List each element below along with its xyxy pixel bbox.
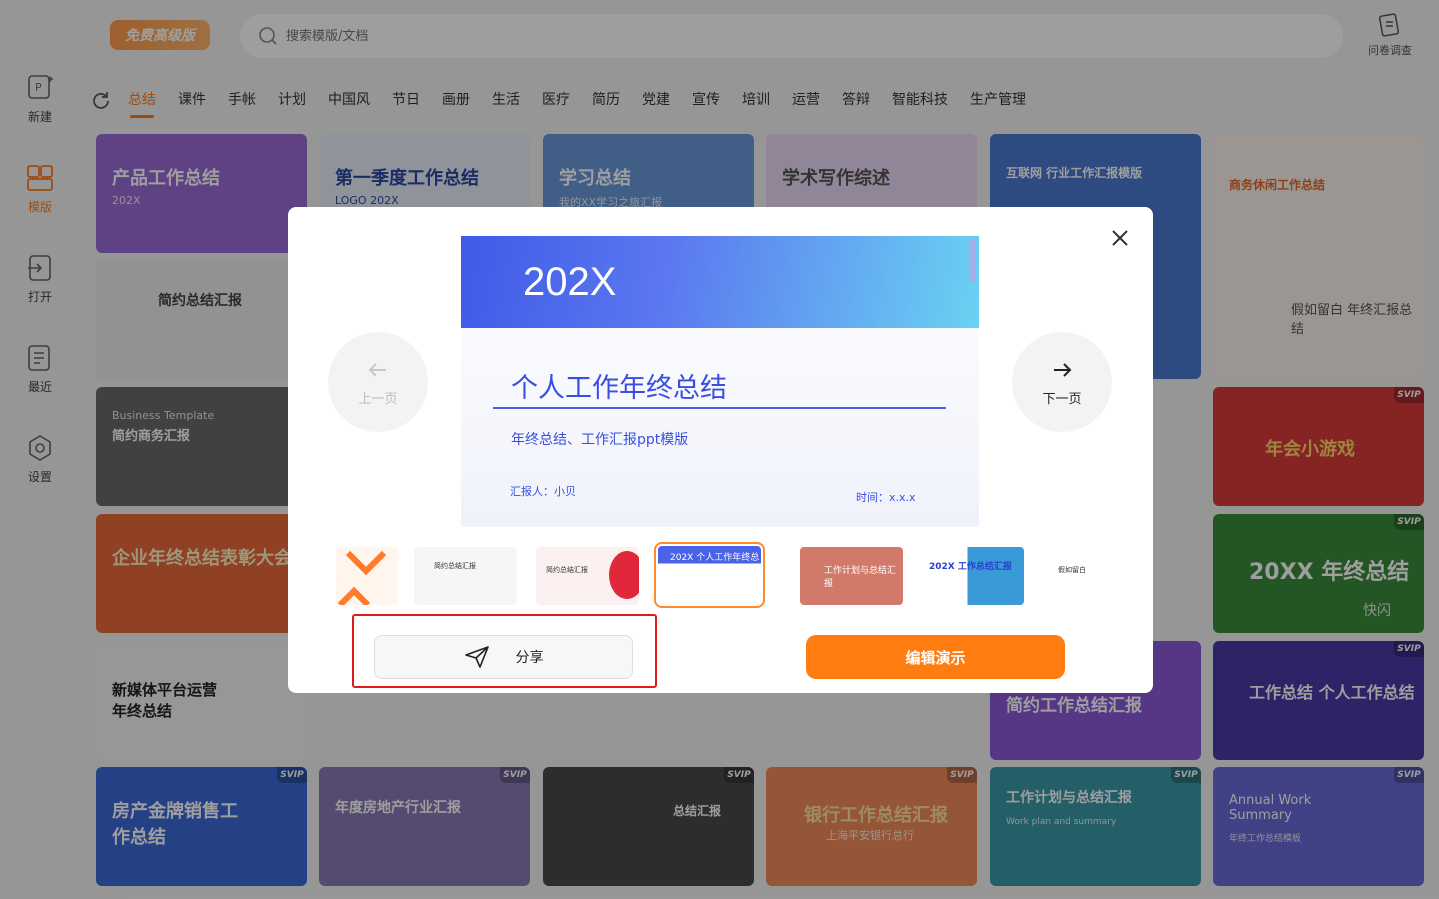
slide-year: 202X [523,260,617,304]
chevron-decoration-icon [337,550,387,605]
prev-page-label: 上一页 [358,392,398,407]
slide-title: 个人工作年终总结 [511,373,727,404]
thumbnail-label: 202X 工作总结汇报 [929,562,1012,572]
slide-preview: 202X 个人工作年终总结 年终总结、工作汇报ppt模版 汇报人：小贝 时间：x… [461,236,979,527]
close-icon[interactable] [1109,227,1131,249]
slide-time: 时间：x.x.x [856,491,916,504]
red-shape [609,551,639,599]
thumbnail-label: 简约总结汇报 [434,562,476,570]
send-icon [464,646,489,668]
next-page-label: 下一页 [1042,392,1082,407]
thumbnail-strip: 简约总结汇报 简约总结汇报 202X 个人工作年终总结 工作计划与总结汇报 20… [336,542,1106,612]
edit-presentation-button[interactable]: 编辑演示 [806,635,1065,679]
arrow-right-icon [1054,363,1072,377]
slide-reporter: 汇报人：小贝 [510,485,576,498]
thumbnail[interactable]: 简约总结汇报 [536,547,639,605]
share-button[interactable]: 分享 [374,635,633,679]
thumbnail[interactable]: 202X 工作总结汇报 [921,547,1024,605]
thumbnail-label: 202X 个人工作年终总结 [670,553,760,576]
next-page-button[interactable]: 下一页 [1012,332,1112,432]
preview-scrollbar[interactable] [970,239,976,283]
thumbnail[interactable] [336,547,398,605]
slide-subtitle: 年终总结、工作汇报ppt模版 [511,432,689,448]
thumbnail[interactable]: 简约总结汇报 [414,547,517,605]
thumbnail[interactable]: 假如留白 [1044,547,1106,605]
thumbnail[interactable]: 工作计划与总结汇报 [800,547,903,605]
thumbnail-label: 工作计划与总结汇报 [824,566,897,589]
arrow-left-icon [368,363,386,377]
thumbnail-selected[interactable]: 202X 个人工作年终总结 [654,542,765,608]
share-label: 分享 [515,650,544,666]
prev-page-button[interactable]: 上一页 [328,332,428,432]
template-preview-modal: 上一页 202X 个人工作年终总结 年终总结、工作汇报ppt模版 汇报人：小贝 … [288,207,1153,693]
thumbnail-label: 假如留白 [1058,566,1086,574]
slide-divider [493,407,946,409]
